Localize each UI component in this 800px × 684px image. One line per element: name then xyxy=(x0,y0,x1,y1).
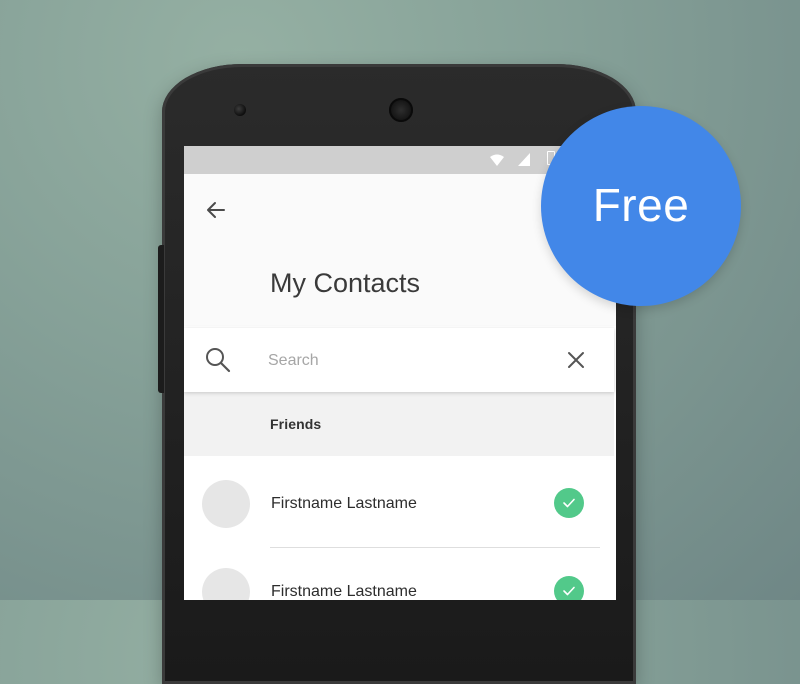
free-badge: Free xyxy=(541,106,741,306)
search-icon xyxy=(204,346,232,374)
avatar xyxy=(202,568,250,600)
free-badge-label: Free xyxy=(592,179,690,231)
selected-checkbox[interactable] xyxy=(554,488,584,518)
contact-name: Firstname Lastname xyxy=(271,583,417,600)
signal-icon xyxy=(518,153,530,166)
avatar xyxy=(202,480,250,528)
check-icon xyxy=(563,498,575,508)
camera-icon xyxy=(234,104,246,116)
contact-list-item[interactable]: Firstname Lastname xyxy=(184,460,614,548)
speaker-icon xyxy=(389,98,413,122)
contact-name: Firstname Lastname xyxy=(271,495,417,512)
page-title: My Contacts xyxy=(270,268,421,298)
check-icon xyxy=(563,586,575,596)
wifi-icon xyxy=(490,154,504,166)
clear-search-button[interactable] xyxy=(564,348,588,372)
section-header: Friends xyxy=(184,392,614,456)
back-button[interactable] xyxy=(202,196,230,224)
search-input[interactable] xyxy=(266,344,550,378)
arrow-left-icon xyxy=(207,202,225,218)
phone-side-button xyxy=(158,245,164,393)
close-icon xyxy=(568,352,584,368)
search-bar xyxy=(184,328,614,392)
selected-checkbox[interactable] xyxy=(554,576,584,600)
section-label: Friends xyxy=(270,416,322,432)
contact-list-item[interactable]: Firstname Lastname xyxy=(184,548,614,600)
